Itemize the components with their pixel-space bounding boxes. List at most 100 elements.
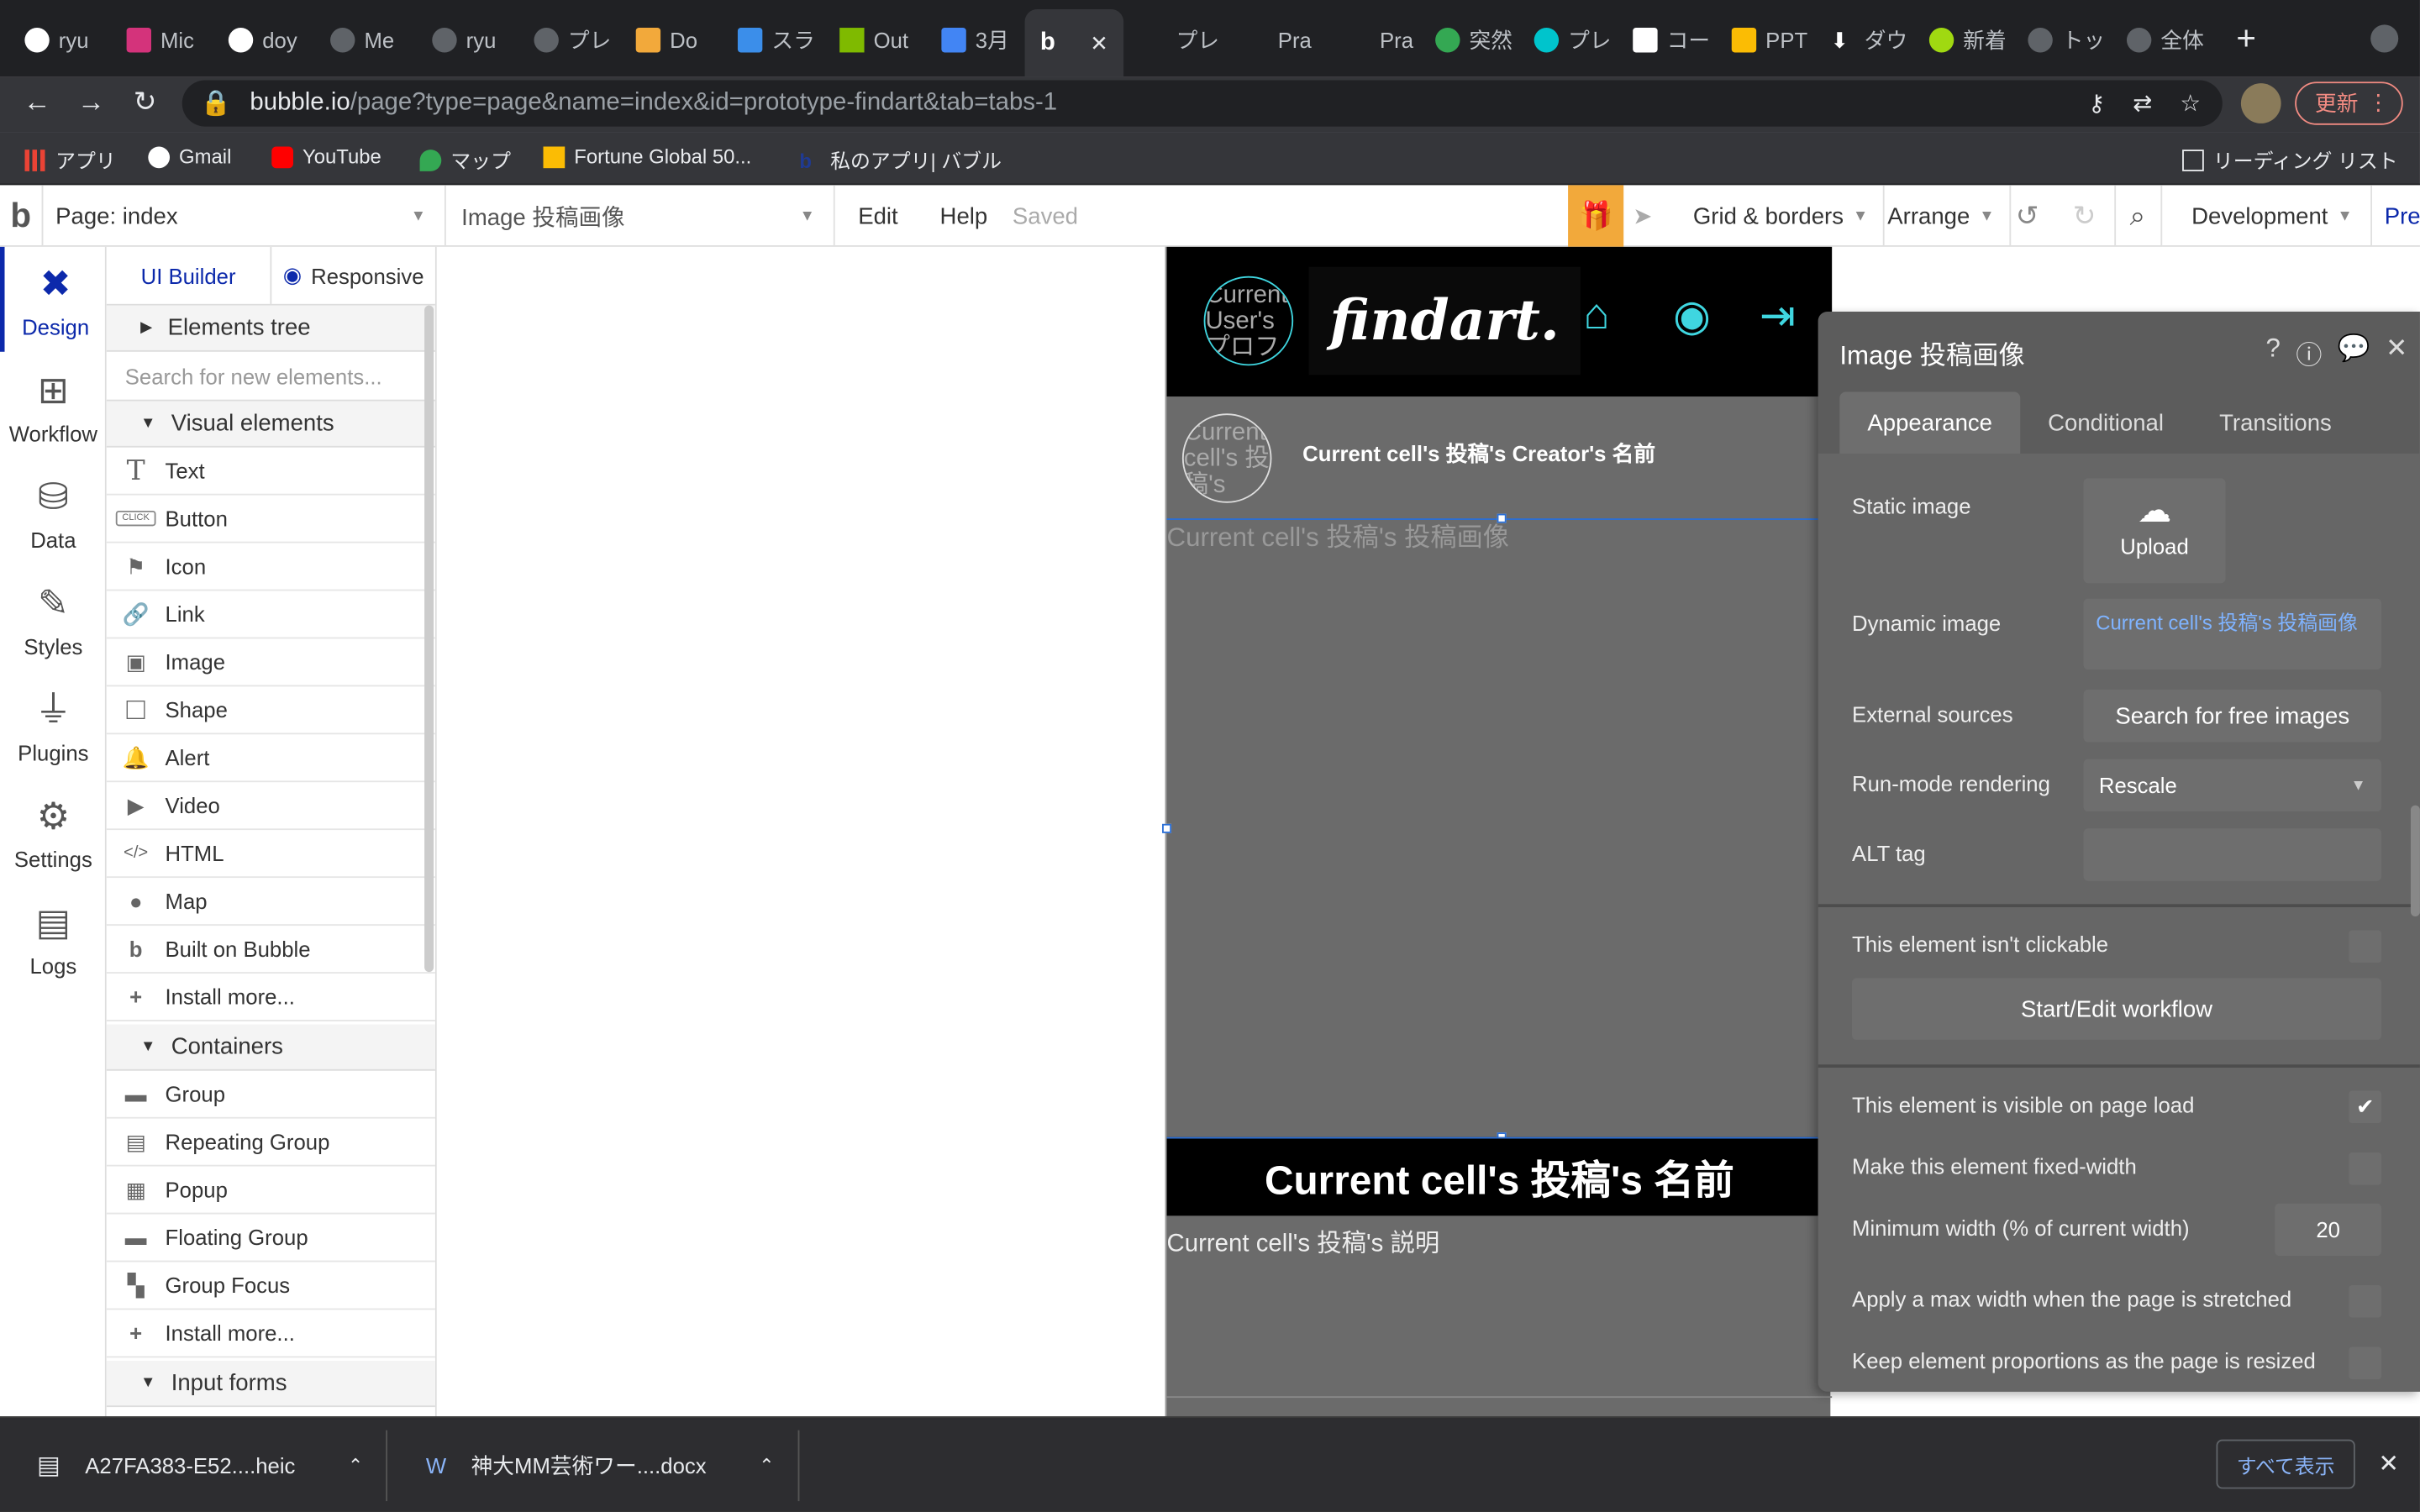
containers-section[interactable]: ▼ Containers [106,1024,435,1071]
search-elements-input[interactable]: Search for new elements... [106,352,435,402]
translate-icon[interactable]: ⇄ [2133,90,2152,117]
rail-data[interactable]: ⛁ Data [0,459,107,564]
palette-item-button[interactable]: CLICK Button [106,496,435,543]
palette-item-icon[interactable]: ⚑ Icon [106,543,435,591]
elements-tree-toggle[interactable]: ▶ Elements tree [106,305,435,352]
address-bar[interactable]: 🔒 bubble.io/page?type=page&name=index&id… [182,80,2223,127]
download-item[interactable]: ▤ A27FA383-E52....heic ⌃ [37,1418,388,1512]
palette-item-floating-group[interactable]: ▬ Floating Group [106,1214,435,1263]
palette-item-html[interactable]: </> HTML [106,830,435,879]
palette-item-video[interactable]: ▶ Video [106,782,435,831]
edit-menu[interactable]: Edit [858,185,897,246]
info-icon[interactable]: ⓘ [2296,333,2322,372]
home-icon[interactable]: ⌂ [1583,290,1609,339]
browser-tab[interactable]: スラ [737,15,815,65]
back-icon[interactable]: ← [18,87,55,119]
browser-tab[interactable]: ryu [24,15,89,65]
element-selector[interactable]: Image 投稿画像 ▼ [446,185,835,247]
redo-icon[interactable]: ↻ [2073,185,2117,247]
camera-icon[interactable]: ◉ [1673,290,1711,341]
browser-tab[interactable]: プレ [534,15,611,65]
palette-item-alert[interactable]: 🔔 Alert [106,734,435,783]
tab-responsive[interactable]: ◉ Responsive [270,246,435,304]
palette-item-install-more-containers[interactable]: + Install more... [106,1310,435,1358]
browser-tab[interactable]: Out [839,15,908,65]
reload-icon[interactable]: ↻ [127,87,164,119]
alt-tag-input[interactable] [2083,828,2382,881]
browser-tab[interactable]: 新着 [1928,15,2007,65]
max-width-checkbox[interactable] [2349,1284,2382,1318]
arrange-menu[interactable]: Arrange ▼ [1887,185,2012,247]
post-name-text[interactable]: Current cell's 投稿's 名前 [1166,1137,1833,1216]
close-icon[interactable]: ✕ [2386,333,2407,372]
bubble-logo-icon[interactable]: b [0,185,44,247]
bookmark-fortune[interactable]: Fortune Global 50... [543,145,751,168]
palette-item-group-focus[interactable]: ▚ Group Focus [106,1262,435,1310]
reading-list[interactable]: リーディング リスト [2182,145,2398,175]
palette-item-image[interactable]: ▣ Image [106,638,435,687]
login-icon[interactable]: ⇥ [1760,290,1796,341]
download-item[interactable]: W 神大MM芸術ワー....docx ⌃ [426,1418,799,1512]
rail-plugins[interactable]: ⏚ Plugins [0,673,107,778]
browser-tab[interactable]: Me [330,15,394,65]
keep-proportions-checkbox[interactable] [2349,1347,2382,1380]
browser-tab[interactable]: トッ [2028,15,2105,65]
bookmark-maps[interactable]: マップ [419,145,511,175]
browser-tab[interactable]: Pra [1244,15,1312,65]
close-tab-icon[interactable]: ✕ [1090,30,1108,56]
palette-item-link[interactable]: 🔗 Link [106,591,435,639]
help-menu[interactable]: Help [940,185,988,246]
tab-conditional[interactable]: Conditional [2020,392,2191,454]
star-icon[interactable]: ☆ [2180,90,2201,117]
rail-workflow[interactable]: ⊞ Workflow [0,354,107,459]
bookmark-gmail[interactable]: Gmail [148,145,231,168]
tab-ui-builder[interactable]: UI Builder [107,247,271,304]
browser-tab[interactable]: PPT [1731,15,1807,65]
start-edit-workflow-button[interactable]: Start/Edit workflow [1852,978,2382,1040]
page-preview[interactable]: Current User's プロフィール画像 findart. ⌂ ◉ ⇥ C… [1162,246,1833,1417]
new-tab-button[interactable]: + [2236,21,2256,55]
browser-tab[interactable]: 3月 [941,15,1009,65]
palette-item-install-more[interactable]: + Install more... [106,974,435,1021]
forward-icon[interactable]: → [72,87,109,119]
gift-icon[interactable]: 🎁 [1568,185,1624,247]
property-scrollbar[interactable] [2410,805,2420,916]
bookmark-apps[interactable]: アプリ [24,145,116,175]
page-selector[interactable]: Page: index ▼ [43,185,446,247]
post-description-text[interactable]: Current cell's 投稿's 説明 [1167,1222,1440,1259]
visible-on-load-checkbox[interactable]: ✔ [2349,1090,2382,1124]
resize-handle[interactable] [1497,513,1507,523]
fixed-width-checkbox[interactable] [2349,1152,2382,1185]
browser-tab[interactable]: Do [635,15,697,65]
upload-button[interactable]: ☁ Upload [2083,478,2226,584]
post-image-placeholder[interactable]: Current cell's 投稿's 投稿画像 [1167,515,1509,554]
browser-tab[interactable]: Mic [126,15,194,65]
palette-item-shape[interactable]: □ Shape [106,686,435,735]
resize-handle[interactable] [1162,823,1172,833]
tab-search-icon[interactable] [2370,24,2399,53]
rail-styles[interactable]: ✎ Styles [0,566,107,671]
browser-tab[interactable]: doy [228,15,297,65]
rail-logs[interactable]: ▤ Logs [0,885,107,990]
development-menu[interactable]: Development ▼ [2191,185,2373,247]
palette-item-text[interactable]: T Text [106,448,435,496]
palette-item-map[interactable]: ● Map [106,878,435,927]
input-forms-section[interactable]: ▼ Input forms [106,1360,435,1408]
grid-borders-menu[interactable]: Grid & borders ▼ [1693,185,1886,247]
palette-item-built-on-bubble[interactable]: b Built on Bubble [106,926,435,974]
preview-button[interactable]: Pre [2385,185,2420,246]
browser-tab[interactable]: ryu [432,15,496,65]
undo-icon[interactable]: ↺ [2016,185,2039,246]
browser-tab[interactable]: プレ [1142,15,1219,65]
browser-tab[interactable]: コー [1633,15,1710,65]
palette-item-popup[interactable]: ▦ Popup [106,1167,435,1215]
bookmark-bubble[interactable]: b 私のアプリ| バブル [799,145,1002,175]
tab-appearance[interactable]: Appearance [1839,391,2021,454]
browser-tab[interactable]: 突然 [1435,15,1512,65]
cursor-icon[interactable]: ➤ [1633,185,1676,246]
findart-logo[interactable]: findart. [1308,266,1581,375]
visual-elements-section[interactable]: ▼ Visual elements [106,401,435,448]
rail-settings[interactable]: ⚙ Settings [0,780,107,885]
palette-item-group[interactable]: ▬ Group [106,1071,435,1119]
browser-tab[interactable]: Pra [1346,15,1413,65]
